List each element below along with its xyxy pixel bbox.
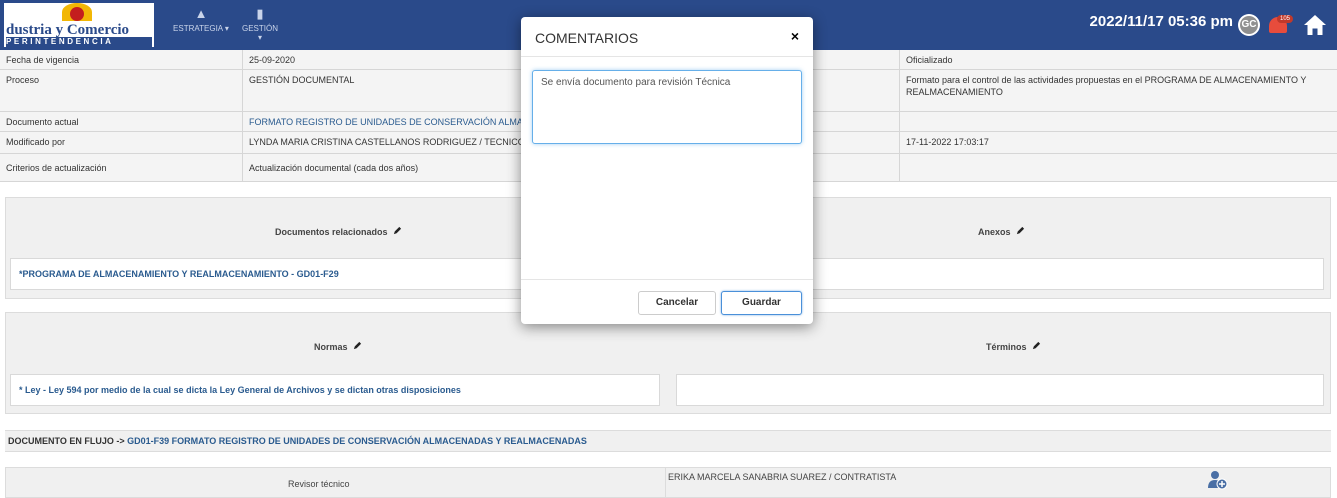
field-label: Fecha de vigencia <box>0 50 243 69</box>
edit-pencil-icon[interactable] <box>353 341 362 350</box>
norma-item[interactable]: * Ley - Ley 594 por medio de la cual se … <box>10 374 660 406</box>
field-right <box>900 112 1337 131</box>
field-label: Criterios de actualización <box>0 154 243 181</box>
home-icon[interactable] <box>1303 14 1327 36</box>
modal-title: COMENTARIOS <box>535 30 639 46</box>
document-flow-row: DOCUMENTO EN FLUJO -> GD01-F39 FORMATO R… <box>5 430 1331 452</box>
comments-modal: COMENTARIOS × Se envía documento para re… <box>521 17 813 324</box>
add-user-icon[interactable] <box>1207 470 1229 490</box>
logo-mark-dot-icon <box>70 7 84 21</box>
field-label: Modificado por <box>0 132 243 153</box>
terminos-title-text: Términos <box>986 342 1027 352</box>
edit-pencil-icon[interactable] <box>1032 341 1041 350</box>
field-label: Proceso <box>0 70 243 111</box>
edit-pencil-icon[interactable] <box>1016 226 1025 235</box>
close-icon[interactable]: × <box>791 28 799 44</box>
terminos-box <box>676 374 1324 406</box>
reviewer-name: ERIKA MARCELA SANABRIA SUAREZ / CONTRATI… <box>668 472 897 482</box>
edit-pencil-icon[interactable] <box>393 226 402 235</box>
save-button[interactable]: Guardar <box>721 291 802 315</box>
field-right <box>900 154 1337 181</box>
notifications-bell[interactable]: 105 <box>1269 14 1294 36</box>
anexos-title-text: Anexos <box>978 227 1011 237</box>
document-icon: ▮ <box>256 6 264 21</box>
avatar-initials: GC <box>1241 19 1257 30</box>
nav-estrategia[interactable]: ▲ ESTRATEGIA ▾ <box>170 6 232 33</box>
field-right: 17-11-2022 17:03:17 <box>906 137 989 147</box>
normas-title-text: Normas <box>314 342 348 352</box>
modal-header: COMENTARIOS × <box>521 17 813 57</box>
cancel-button[interactable]: Cancelar <box>638 291 716 315</box>
datetime: 2022/11/17 05:36 pm <box>1089 13 1233 30</box>
nav-gestion[interactable]: ▮ GESTIÓN ▾ <box>240 6 280 42</box>
nav-estrategia-label: ESTRATEGIA ▾ <box>173 24 229 33</box>
comment-textarea[interactable]: Se envía documento para revisión Técnica <box>532 70 802 144</box>
logo-line-2: PERINTENDENCIA <box>6 37 152 47</box>
avatar[interactable]: GC <box>1238 14 1260 36</box>
bar-chart-icon: ▲ <box>194 6 208 21</box>
documents-panel-title: Documentos relacionados <box>275 226 402 237</box>
normas-panel-title: Normas <box>314 341 362 352</box>
reviewer-label: Revisor técnico <box>288 479 350 489</box>
flow-prefix: DOCUMENTO EN FLUJO -> <box>8 436 125 446</box>
notification-badge: 105 <box>1277 15 1294 23</box>
terminos-panel-title: Términos <box>986 341 1041 352</box>
modal-footer: Cancelar Guardar <box>521 279 813 324</box>
anexos-panel-title: Anexos <box>978 226 1025 237</box>
nav-gestion-label: GESTIÓN ▾ <box>241 24 278 42</box>
field-label: Documento actual <box>0 112 243 131</box>
field-right: Oficializado <box>906 55 953 65</box>
documents-title-text: Documentos relacionados <box>275 227 388 237</box>
flow-document-link[interactable]: GD01-F39 FORMATO REGISTRO DE UNIDADES DE… <box>127 436 587 446</box>
logo[interactable]: dustria y Comercio PERINTENDENCIA <box>4 3 154 47</box>
reviewer-name-cell <box>665 468 666 498</box>
field-right: Formato para el control de las actividad… <box>906 75 1307 97</box>
